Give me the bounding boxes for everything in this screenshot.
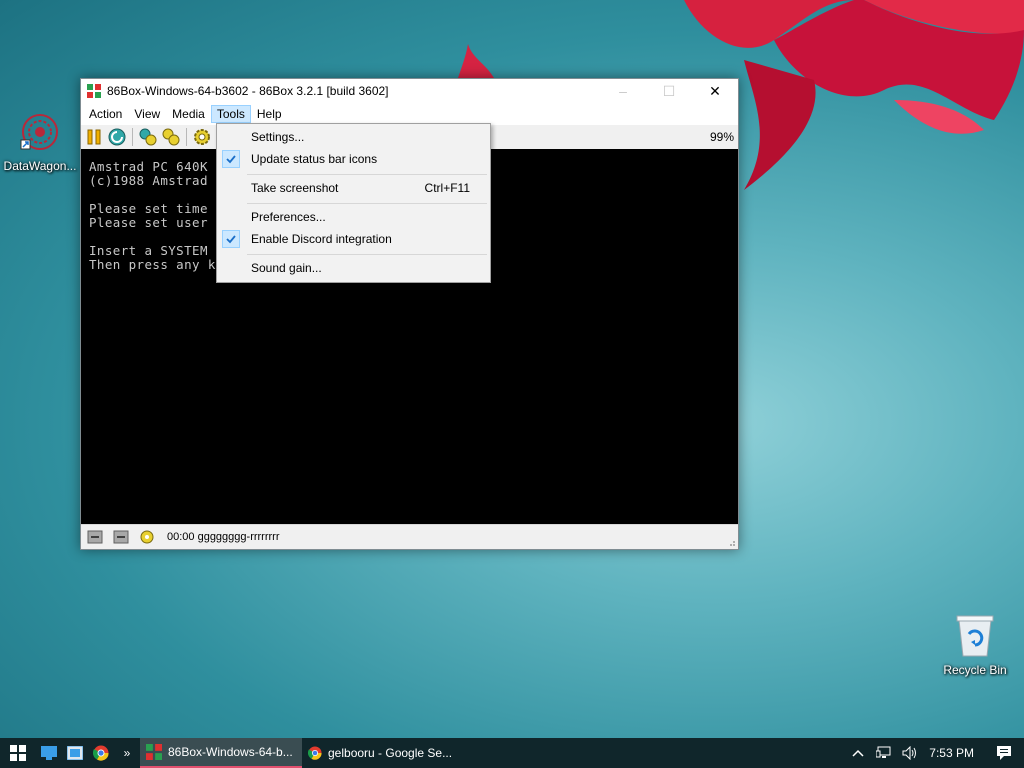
menu-separator — [247, 254, 487, 255]
ctrl-alt-del-button[interactable] — [139, 128, 157, 146]
quicklaunch-desktop[interactable] — [36, 738, 62, 768]
screen-line: Amstrad PC 640K — [89, 159, 208, 174]
close-button[interactable]: ✕ — [692, 79, 738, 103]
desktop-icon-label: DataWagon... — [3, 159, 77, 173]
toolbar-separator — [132, 128, 133, 146]
menu-item-preferences[interactable]: Preferences... — [217, 206, 490, 228]
86box-app-icon — [146, 744, 162, 760]
screen-line: Please set user — [89, 215, 208, 230]
checkmark-icon — [222, 230, 240, 248]
menu-item-label: Enable Discord integration — [251, 232, 392, 246]
menu-separator — [247, 174, 487, 175]
show-desktop-icon — [41, 746, 57, 760]
taskbar: » 86Box-Windows-64-b... gelbooru - Googl… — [0, 738, 1024, 768]
menu-view[interactable]: View — [128, 105, 166, 123]
title-bar[interactable]: 86Box-Windows-64-b3602 - 86Box 3.2.1 [bu… — [81, 79, 738, 103]
chrome-icon — [308, 746, 322, 760]
chrome-icon — [93, 745, 109, 761]
pause-button[interactable] — [85, 128, 103, 146]
status-bar-text: 00:00 gggggggg-rrrrrrrr — [167, 531, 280, 543]
ctrl-alt-esc-button[interactable] — [162, 128, 180, 146]
86box-app-icon — [87, 84, 101, 98]
taskbar-button-chrome[interactable]: gelbooru - Google Se... — [302, 738, 462, 768]
menu-item-update-status-bar-icons[interactable]: Update status bar icons — [217, 148, 490, 170]
screen-line: (c)1988 Amstrad — [89, 173, 208, 188]
menu-item-label: Settings... — [251, 130, 305, 144]
datawagon-icon — [20, 114, 58, 150]
chevron-up-icon — [852, 749, 864, 757]
show-hidden-icons-button[interactable] — [845, 738, 871, 768]
maximize-button[interactable]: ☐ — [646, 79, 692, 103]
status-bar: 00:00 gggggggg-rrrrrrrr — [81, 524, 738, 549]
settings-button[interactable] — [193, 128, 211, 146]
recycle-bin-icon — [956, 615, 994, 657]
wallpaper-petal — [458, 44, 494, 78]
menu-item-label: Update status bar icons — [251, 152, 378, 166]
menu-item-sound-gain[interactable]: Sound gain... — [217, 257, 490, 279]
quicklaunch-chrome[interactable] — [88, 738, 114, 768]
menu-media[interactable]: Media — [166, 105, 211, 123]
windows-logo-icon — [10, 745, 26, 761]
menu-item-shortcut: Ctrl+F11 — [424, 181, 470, 195]
taskbar-button-label: gelbooru - Google Se... — [328, 746, 453, 760]
floppy-drive-icon[interactable] — [113, 529, 129, 545]
menu-item-label: Sound gain... — [251, 261, 322, 275]
menu-item-settings[interactable]: Settings... — [217, 126, 490, 148]
network-button[interactable] — [871, 738, 897, 768]
notification-icon — [997, 746, 1011, 760]
quicklaunch-explorer[interactable] — [62, 738, 88, 768]
screen-line: Insert a SYSTEM — [89, 243, 208, 258]
menu-separator — [247, 203, 487, 204]
speaker-icon — [902, 746, 917, 760]
menu-tools[interactable]: Tools — [210, 105, 251, 123]
ctrl-alt-esc-icon — [162, 128, 180, 146]
desktop-icon-datawagon[interactable]: DataWagon... — [0, 110, 80, 173]
ctrl-alt-del-icon — [139, 128, 157, 146]
hard-reset-icon — [108, 128, 126, 146]
menu-item-label: Preferences... — [251, 210, 326, 224]
pause-icon — [87, 129, 101, 145]
desktop-icon-label: Recycle Bin — [943, 663, 1007, 677]
start-button[interactable] — [0, 738, 36, 768]
menu-item-enable-discord-integration[interactable]: Enable Discord integration — [217, 228, 490, 250]
minimize-button[interactable]: – — [600, 79, 646, 103]
checkmark-icon — [222, 150, 240, 168]
menu-action[interactable]: Action — [83, 105, 128, 123]
tools-dropdown-menu: Settings... Update status bar icons Take… — [216, 123, 491, 283]
menu-help[interactable]: Help — [251, 105, 288, 123]
hard-reset-button[interactable] — [108, 128, 126, 146]
menu-item-label: Take screenshot — [251, 181, 339, 195]
window-title: 86Box-Windows-64-b3602 - 86Box 3.2.1 [bu… — [107, 84, 389, 98]
volume-button[interactable] — [897, 738, 923, 768]
action-center-button[interactable] — [984, 738, 1024, 768]
taskbar-button-86box[interactable]: 86Box-Windows-64-b... — [140, 738, 302, 768]
screen-line: Please set time — [89, 201, 208, 216]
menu-bar: Action View Media Tools Help — [81, 103, 738, 125]
floppy-drive-icon[interactable] — [87, 529, 103, 545]
settings-icon — [194, 129, 210, 145]
quicklaunch-overflow[interactable]: » — [114, 738, 140, 768]
emulation-speed: 99% — [709, 130, 734, 144]
clock[interactable]: 7:53 PM — [929, 746, 974, 760]
toolbar-separator — [186, 128, 187, 146]
menu-item-take-screenshot[interactable]: Take screenshot Ctrl+F11 — [217, 177, 490, 199]
resize-grip-icon[interactable] — [726, 537, 736, 547]
window-switcher-icon — [67, 746, 83, 760]
desktop-icon-recycle-bin[interactable]: Recycle Bin — [935, 612, 1015, 677]
system-tray: 7:53 PM — [845, 738, 1024, 768]
taskbar-button-label: 86Box-Windows-64-b... — [168, 745, 293, 759]
screen-line: Then press any k — [89, 257, 216, 272]
sound-icon[interactable] — [139, 529, 155, 545]
network-icon — [876, 746, 891, 758]
